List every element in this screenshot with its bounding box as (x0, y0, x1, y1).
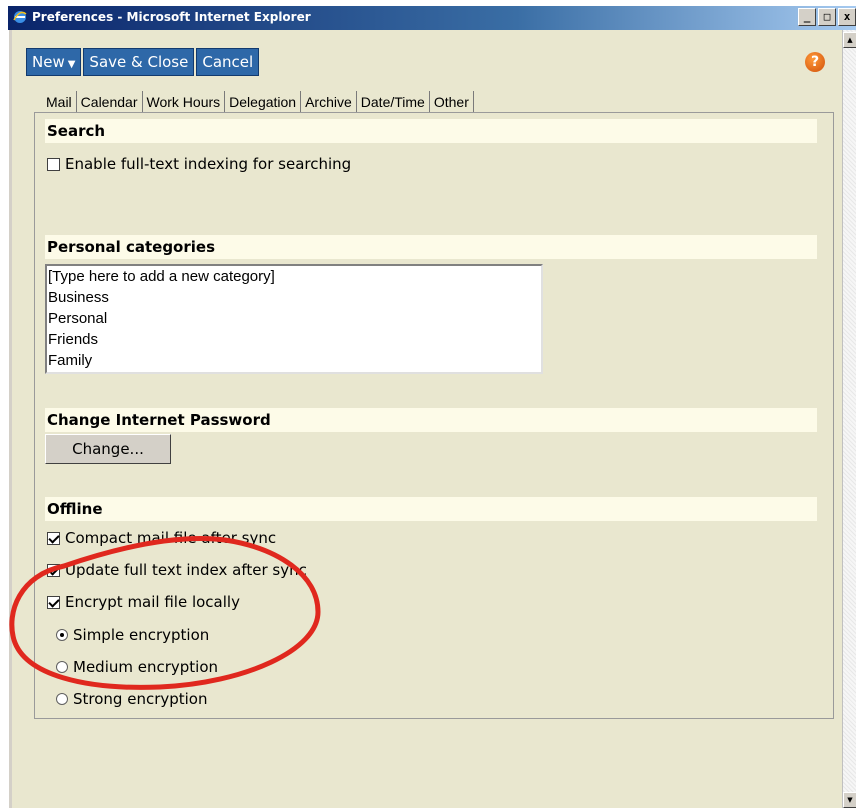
window-title: Preferences - Microsoft Internet Explore… (32, 10, 311, 24)
chevron-down-icon: ▼ (67, 59, 76, 70)
category-item-business[interactable]: Business (48, 287, 541, 308)
category-item-personal[interactable]: Personal (48, 308, 541, 329)
close-button[interactable]: x (838, 8, 856, 26)
update-index-row: Update full text index after sync (47, 559, 307, 581)
encrypt-mail-checkbox[interactable] (47, 595, 60, 609)
toolbar: New ▼ Save & Close Cancel (26, 48, 260, 76)
strong-encryption-label: Strong encryption (73, 690, 208, 708)
tab-strip: Mail Calendar Work Hours Delegation Arch… (42, 91, 474, 113)
compact-mail-label: Compact mail file after sync (65, 529, 277, 547)
encrypt-mail-row: Encrypt mail file locally (47, 591, 240, 613)
simple-encryption-radio[interactable] (56, 629, 68, 641)
preferences-content: New ▼ Save & Close Cancel ? Mail Calendar… (12, 30, 842, 808)
save-close-button[interactable]: Save & Close (83, 48, 195, 76)
title-bar: Preferences - Microsoft Internet Explore… (8, 6, 856, 30)
compact-mail-checkbox[interactable] (47, 531, 60, 545)
personal-categories-heading: Personal categories (45, 235, 817, 259)
update-index-checkbox[interactable] (47, 563, 60, 577)
cancel-button[interactable]: Cancel (196, 48, 260, 76)
change-password-heading: Change Internet Password (45, 408, 817, 432)
medium-encryption-radio[interactable] (56, 661, 68, 673)
simple-encryption-row: Simple encryption (56, 624, 209, 646)
offline-heading: Offline (45, 497, 817, 521)
category-item-new[interactable]: [Type here to add a new category] (48, 266, 541, 287)
help-icon[interactable]: ? (805, 52, 825, 72)
tab-calendar[interactable]: Calendar (77, 91, 143, 113)
category-item-friends[interactable]: Friends (48, 329, 541, 350)
compact-mail-row: Compact mail file after sync (47, 527, 276, 549)
internet-explorer-icon (13, 11, 27, 23)
tab-other[interactable]: Other (430, 91, 474, 113)
medium-encryption-label: Medium encryption (73, 658, 219, 676)
enable-fulltext-checkbox[interactable] (47, 157, 60, 171)
category-item-family[interactable]: Family (48, 350, 541, 371)
tab-delegation[interactable]: Delegation (225, 91, 302, 113)
mail-preferences-panel: Search Enable full-text indexing for sea… (34, 113, 834, 719)
scroll-down-arrow-icon[interactable]: ▼ (843, 792, 856, 808)
strong-encryption-row: Strong encryption (56, 688, 208, 710)
new-button[interactable]: New ▼ (26, 48, 82, 76)
tab-archive[interactable]: Archive (301, 91, 357, 113)
encrypt-mail-label: Encrypt mail file locally (65, 593, 240, 611)
tab-date-time[interactable]: Date/Time (357, 91, 430, 113)
minimize-button[interactable]: _ (798, 8, 816, 26)
enable-fulltext-label: Enable full-text indexing for searching (65, 155, 352, 173)
update-index-label: Update full text index after sync (65, 561, 307, 579)
search-section-heading: Search (45, 119, 817, 143)
vertical-scrollbar[interactable]: ▲ ▼ (842, 30, 856, 808)
enable-fulltext-row: Enable full-text indexing for searching (47, 153, 351, 175)
maximize-button[interactable]: □ (818, 8, 836, 26)
scroll-up-arrow-icon[interactable]: ▲ (843, 32, 856, 48)
tab-mail[interactable]: Mail (42, 91, 77, 113)
simple-encryption-label: Simple encryption (73, 626, 210, 644)
categories-listbox[interactable]: [Type here to add a new category] Busine… (45, 264, 543, 374)
change-password-button[interactable]: Change... (45, 434, 171, 464)
medium-encryption-row: Medium encryption (56, 656, 218, 678)
tab-work-hours[interactable]: Work Hours (143, 91, 226, 113)
strong-encryption-radio[interactable] (56, 693, 68, 705)
new-button-label: New (32, 53, 65, 71)
